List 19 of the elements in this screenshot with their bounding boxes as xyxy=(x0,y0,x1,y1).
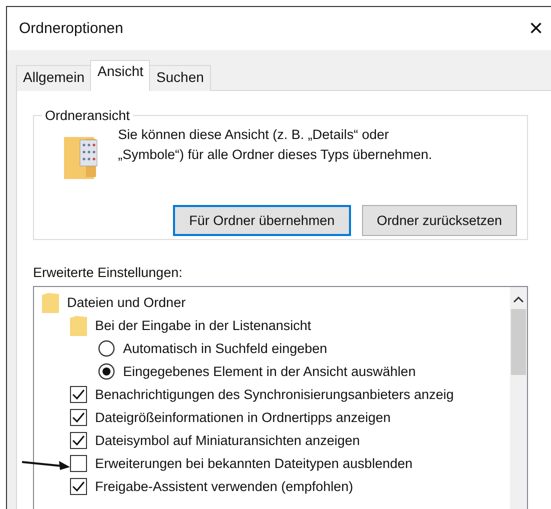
action-button[interactable]: Für Ordner übernehmen xyxy=(173,205,351,236)
tab[interactable]: Ansicht xyxy=(90,60,150,91)
section-label: Erweiterte Einstellungen: xyxy=(33,265,184,280)
tab[interactable]: Allgemein xyxy=(16,65,92,91)
group-title: Ordneransicht xyxy=(44,108,131,123)
tab[interactable]: Suchen xyxy=(149,65,211,91)
setting-label: Dateien und Ordner xyxy=(67,295,186,310)
setting-label: Benachrichtigungen des Synchronisierungsanbieters anzeig xyxy=(95,387,454,402)
setting-label: Automatisch in Suchfeld eingeben xyxy=(123,341,328,356)
window-title: Ordneroptionen xyxy=(19,20,124,37)
setting-label: Bei der Eingabe in der Listenansicht xyxy=(95,318,312,333)
action-button[interactable]: Ordner zurücksetzen xyxy=(362,205,517,236)
setting-label: Erweiterungen bei bekannten Dateitypen ausblenden xyxy=(95,456,412,471)
setting-label: Freigabe-Assistent verwenden (empfohlen) xyxy=(95,479,354,494)
setting-label: Eingegebenes Element in der Ansicht auswählen xyxy=(123,364,416,379)
description-text: Sie können diese Ansicht (z. B. „Details“ oder „Symbole“) für alle Ordner dieses Typs übernehmen. xyxy=(118,126,434,164)
setting-label: Dateigrößeinformationen in Ordnertipps anzeigen xyxy=(95,410,391,425)
close-button[interactable]: × xyxy=(528,16,543,40)
setting-label: Dateisymbol auf Miniaturansichten anzeigen xyxy=(95,433,360,448)
